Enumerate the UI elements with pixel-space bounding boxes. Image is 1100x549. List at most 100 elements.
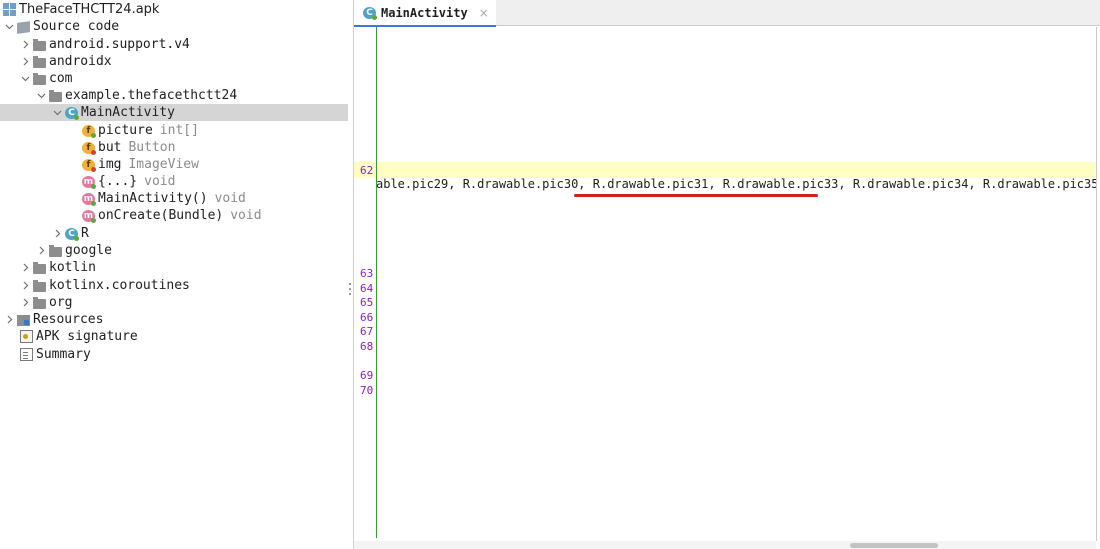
tree-item-field-img[interactable]: f img ImageView xyxy=(0,156,348,173)
tree-item-label: {...} xyxy=(98,174,138,189)
resources-icon xyxy=(17,315,30,326)
tree-item-androidx[interactable]: androidx xyxy=(0,53,348,70)
chevron-right-icon[interactable] xyxy=(20,281,30,291)
tree-item-summary[interactable]: Summary xyxy=(0,346,348,363)
package-icon xyxy=(33,55,46,68)
chevron-down-icon[interactable] xyxy=(52,108,62,118)
tree-item-source-code[interactable]: Source code xyxy=(0,18,348,35)
chevron-right-icon[interactable] xyxy=(20,263,30,273)
method-icon: m xyxy=(82,192,96,206)
chevron-right-icon[interactable] xyxy=(36,246,46,256)
tree-item-android-support[interactable]: android.support.v4 xyxy=(0,36,348,53)
tree-item-type: Button xyxy=(128,140,176,155)
gutter-separator xyxy=(376,27,377,538)
summary-icon xyxy=(20,348,33,361)
line-number: 63 xyxy=(360,267,374,280)
package-icon xyxy=(33,296,46,309)
editor-tabbar: C MainActivity × xyxy=(354,0,1100,28)
tab-label: MainActivity xyxy=(381,6,468,20)
tree-item-type: void xyxy=(230,208,262,223)
tree-item-field-picture[interactable]: f picture int[] xyxy=(0,122,348,139)
line-number: 69 xyxy=(360,369,374,382)
code-editor: C MainActivity × able.pic29, R.drawable.… xyxy=(354,0,1100,549)
tree-item-label: onCreate(Bundle) xyxy=(98,208,224,223)
tree-item-label: androidx xyxy=(49,54,112,69)
code-area[interactable]: able.pic29, R.drawable.pic30, R.drawable… xyxy=(354,27,1097,541)
package-icon xyxy=(33,261,46,274)
chevron-right-icon[interactable] xyxy=(20,40,30,50)
field-icon: f xyxy=(82,124,96,138)
line-number: 66 xyxy=(360,311,374,324)
chevron-right-icon[interactable] xyxy=(20,298,30,308)
tree-item-type: int[] xyxy=(159,123,199,138)
project-tree[interactable]: TheFaceTHCTT24.apk Source code android.s… xyxy=(0,0,349,549)
tree-item-type: void xyxy=(214,191,246,206)
tree-item-apk-signature[interactable]: APK signature xyxy=(0,328,348,345)
tree-item-label: kotlin xyxy=(49,260,96,275)
chevron-down-icon[interactable] xyxy=(4,22,14,32)
tree-item-field-but[interactable]: f but Button xyxy=(0,139,348,156)
chevron-right-icon[interactable] xyxy=(20,57,30,67)
package-icon xyxy=(49,89,62,102)
tree-item-main-activity[interactable]: C MainActivity xyxy=(0,104,348,121)
chevron-right-icon[interactable] xyxy=(4,315,14,325)
tree-item-google[interactable]: google xyxy=(0,242,348,259)
tree-item-constructor[interactable]: m MainActivity() void xyxy=(0,190,348,207)
tree-item-type: void xyxy=(144,174,176,189)
code-line-62[interactable]: able.pic29, R.drawable.pic30, R.drawable… xyxy=(376,176,1096,193)
splitter-grip-icon[interactable] xyxy=(349,283,352,295)
signature-icon xyxy=(20,330,33,343)
line-number: 62 xyxy=(360,164,374,177)
tree-item-label: Summary xyxy=(36,347,91,362)
tree-item-label: com xyxy=(49,71,73,86)
tree-root-apk[interactable]: TheFaceTHCTT24.apk xyxy=(0,1,348,18)
close-icon[interactable]: × xyxy=(479,7,489,19)
tree-item-kotlinx[interactable]: kotlinx.coroutines xyxy=(0,277,348,294)
tab-main-activity[interactable]: C MainActivity × xyxy=(354,0,496,28)
class-icon: C xyxy=(65,227,79,241)
line-number: 68 xyxy=(360,340,374,353)
tree-item-label: Resources xyxy=(33,312,104,327)
jadx-window: TheFaceTHCTT24.apk Source code android.s… xyxy=(0,0,1100,549)
tree-item-label: but xyxy=(98,140,122,155)
tree-item-label: android.support.v4 xyxy=(49,37,190,52)
tree-item-r-class[interactable]: C R xyxy=(0,225,348,242)
tree-item-org[interactable]: org xyxy=(0,294,348,311)
tree-item-label: Source code xyxy=(33,19,120,34)
method-icon: m xyxy=(82,209,96,223)
tree-item-label: APK signature xyxy=(36,329,138,344)
apk-icon xyxy=(3,3,16,16)
line-number: 70 xyxy=(360,384,374,397)
scrollbar-thumb[interactable] xyxy=(850,543,938,548)
class-icon: C xyxy=(363,7,377,20)
tree-item-on-create[interactable]: m onCreate(Bundle) void xyxy=(0,207,348,224)
package-icon xyxy=(33,279,46,292)
tree-item-type: ImageView xyxy=(128,157,199,172)
field-icon: f xyxy=(82,158,96,172)
method-icon: m xyxy=(82,175,96,189)
line-number: 67 xyxy=(360,325,374,338)
tree-item-com[interactable]: com xyxy=(0,70,348,87)
tree-item-static-init[interactable]: m {...} void xyxy=(0,173,348,190)
chevron-right-icon[interactable] xyxy=(52,229,62,239)
package-icon xyxy=(49,244,62,257)
line-number: 64 xyxy=(360,282,374,295)
tree-item-label: MainActivity() xyxy=(98,191,208,206)
chevron-down-icon[interactable] xyxy=(20,74,30,84)
package-icon xyxy=(33,38,46,51)
tree-item-kotlin[interactable]: kotlin xyxy=(0,259,348,276)
line-number: 65 xyxy=(360,296,374,309)
tree-item-label: picture xyxy=(98,123,153,138)
horizontal-scrollbar[interactable] xyxy=(354,541,1096,549)
tree-item-label: org xyxy=(49,295,73,310)
class-icon: C xyxy=(65,106,79,120)
chevron-down-icon[interactable] xyxy=(36,91,46,101)
tree-item-label: example.thefacethctt24 xyxy=(65,88,238,103)
tree-item-example-package[interactable]: example.thefacethctt24 xyxy=(0,87,348,104)
field-icon: f xyxy=(82,141,96,155)
tree-item-resources[interactable]: Resources xyxy=(0,311,348,328)
source-code-icon xyxy=(17,21,30,34)
package-icon xyxy=(33,72,46,85)
tree-item-label: kotlinx.coroutines xyxy=(49,278,190,293)
tree-item-label: MainActivity xyxy=(81,105,175,120)
